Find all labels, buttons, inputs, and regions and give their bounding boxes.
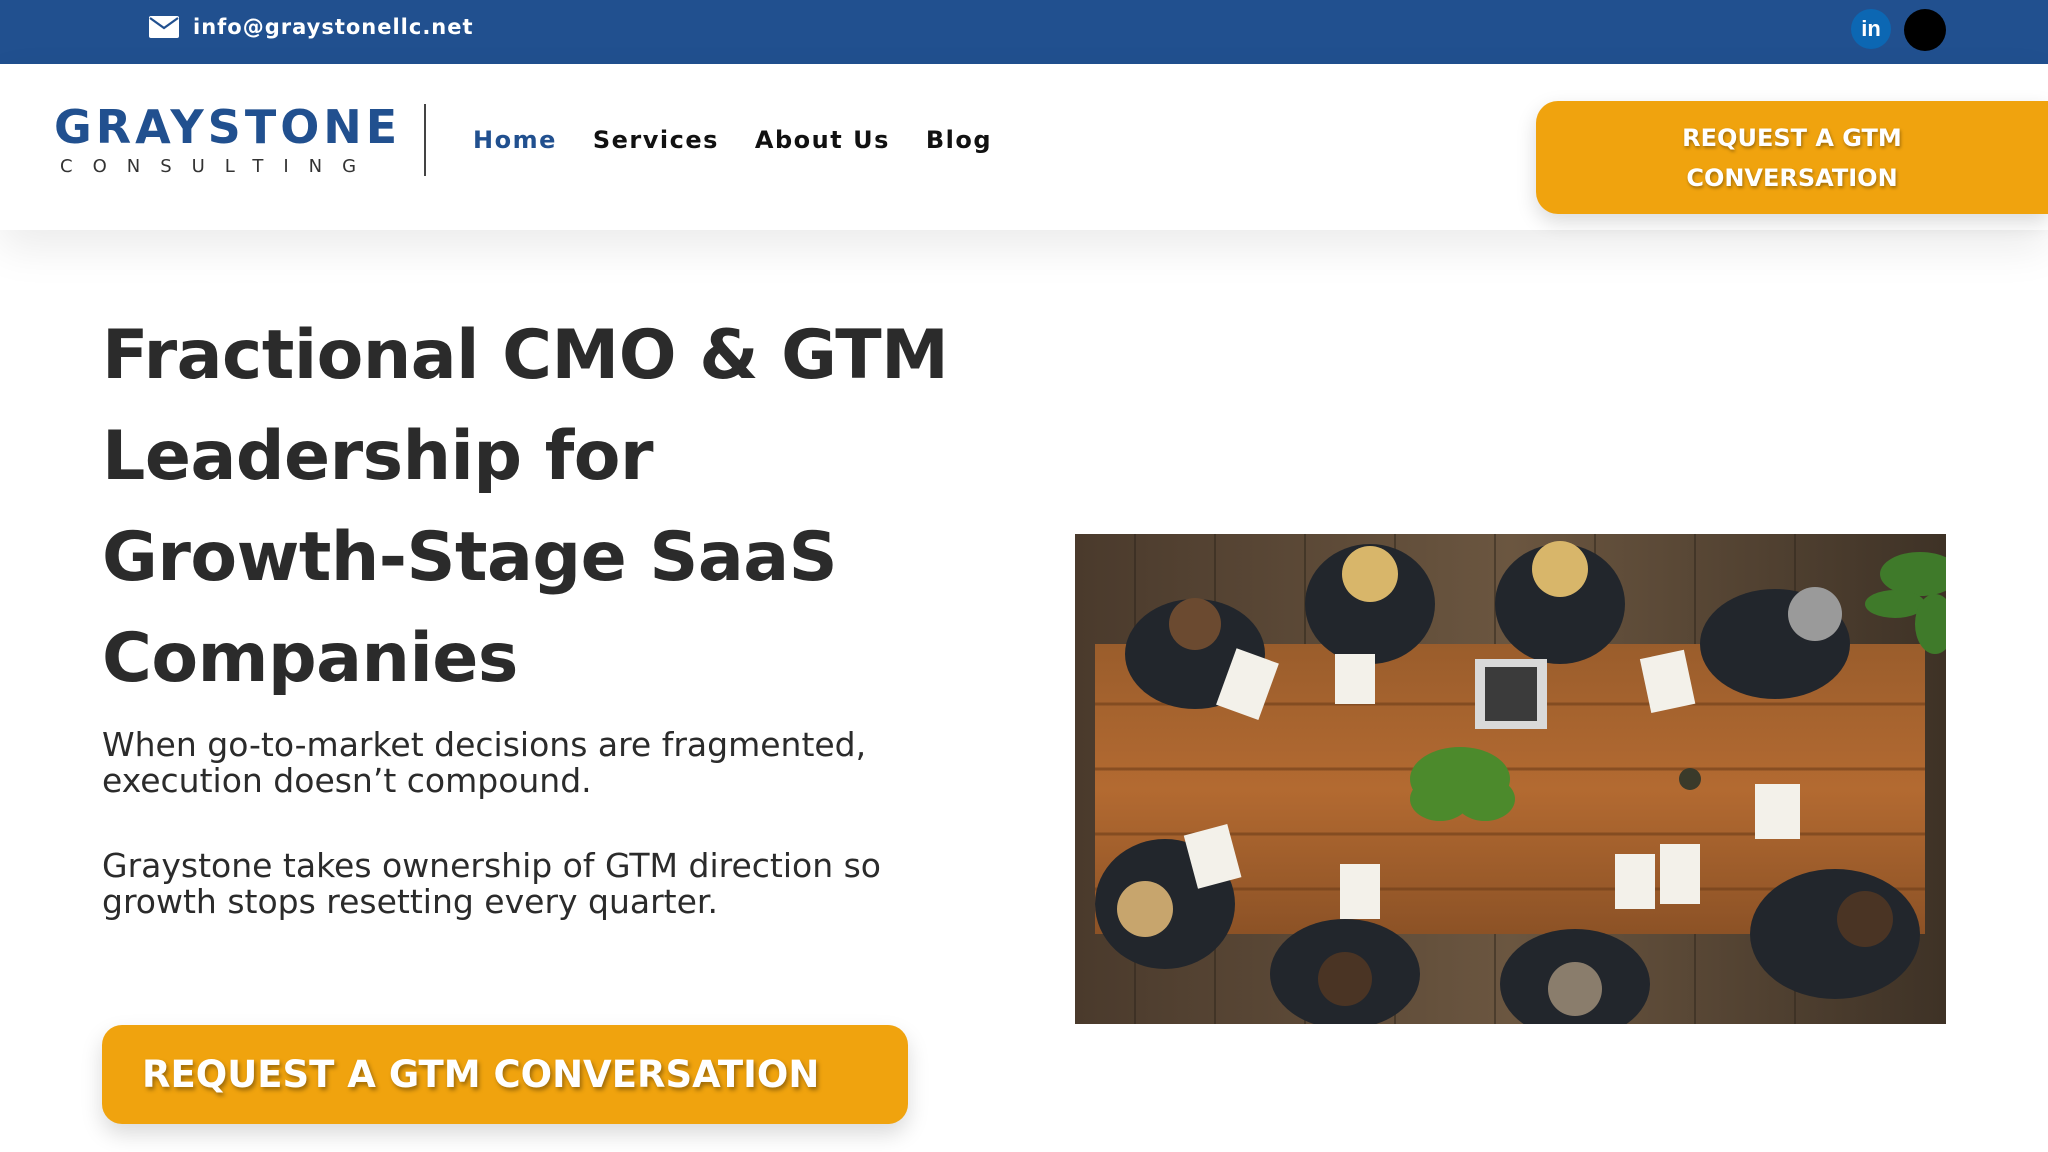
header-cta-line2: CONVERSATION [1686, 163, 1898, 192]
header-divider [424, 104, 426, 176]
nav-services[interactable]: Services [593, 126, 719, 154]
nav-blog[interactable]: Blog [926, 126, 992, 154]
top-bar: info@graystonellc.net in [0, 0, 2048, 64]
social-circle-icon[interactable] [1904, 9, 1946, 51]
email-text: info@graystonellc.net [193, 15, 474, 39]
hero-cta-label: REQUEST A GTM CONVERSATION [142, 1053, 820, 1096]
hero-request-gtm-button[interactable]: REQUEST A GTM CONVERSATION [102, 1025, 908, 1124]
hero-title-line: Companies [102, 619, 518, 698]
hero-photo [1075, 534, 1946, 1024]
logo-tagline: CONSULTING [60, 156, 377, 177]
hero-paragraph-2: Graystone takes ownership of GTM directi… [102, 846, 881, 921]
envelope-icon [149, 16, 179, 38]
hero-title-line: Fractional CMO & GTM [102, 316, 949, 395]
nav-home[interactable]: Home [473, 126, 557, 154]
nav-about-us[interactable]: About Us [755, 126, 890, 154]
main-nav: Home Services About Us Blog [473, 126, 992, 154]
hero-title: Fractional CMO & GTM Leadership for Grow… [102, 305, 1002, 709]
logo-wordmark: GRAYSTONE [54, 100, 402, 154]
logo[interactable]: GRAYSTONE CONSULTING [54, 100, 402, 200]
meeting-photo-illustration [1075, 534, 1946, 1024]
linkedin-icon[interactable]: in [1851, 9, 1891, 49]
header-cta-line1: REQUEST A GTM [1682, 123, 1902, 152]
hero-title-line: Leadership for [102, 417, 654, 496]
site-header: GRAYSTONE CONSULTING Home Services About… [0, 64, 2048, 230]
header-cta-label: REQUEST A GTM CONVERSATION [1652, 118, 1932, 198]
header-request-gtm-button[interactable]: REQUEST A GTM CONVERSATION [1536, 101, 2048, 214]
hero-title-line: Growth-Stage SaaS [102, 518, 838, 597]
hero-paragraph-1: When go-to-market decisions are fragment… [102, 725, 867, 800]
email-link[interactable]: info@graystonellc.net [149, 14, 474, 40]
